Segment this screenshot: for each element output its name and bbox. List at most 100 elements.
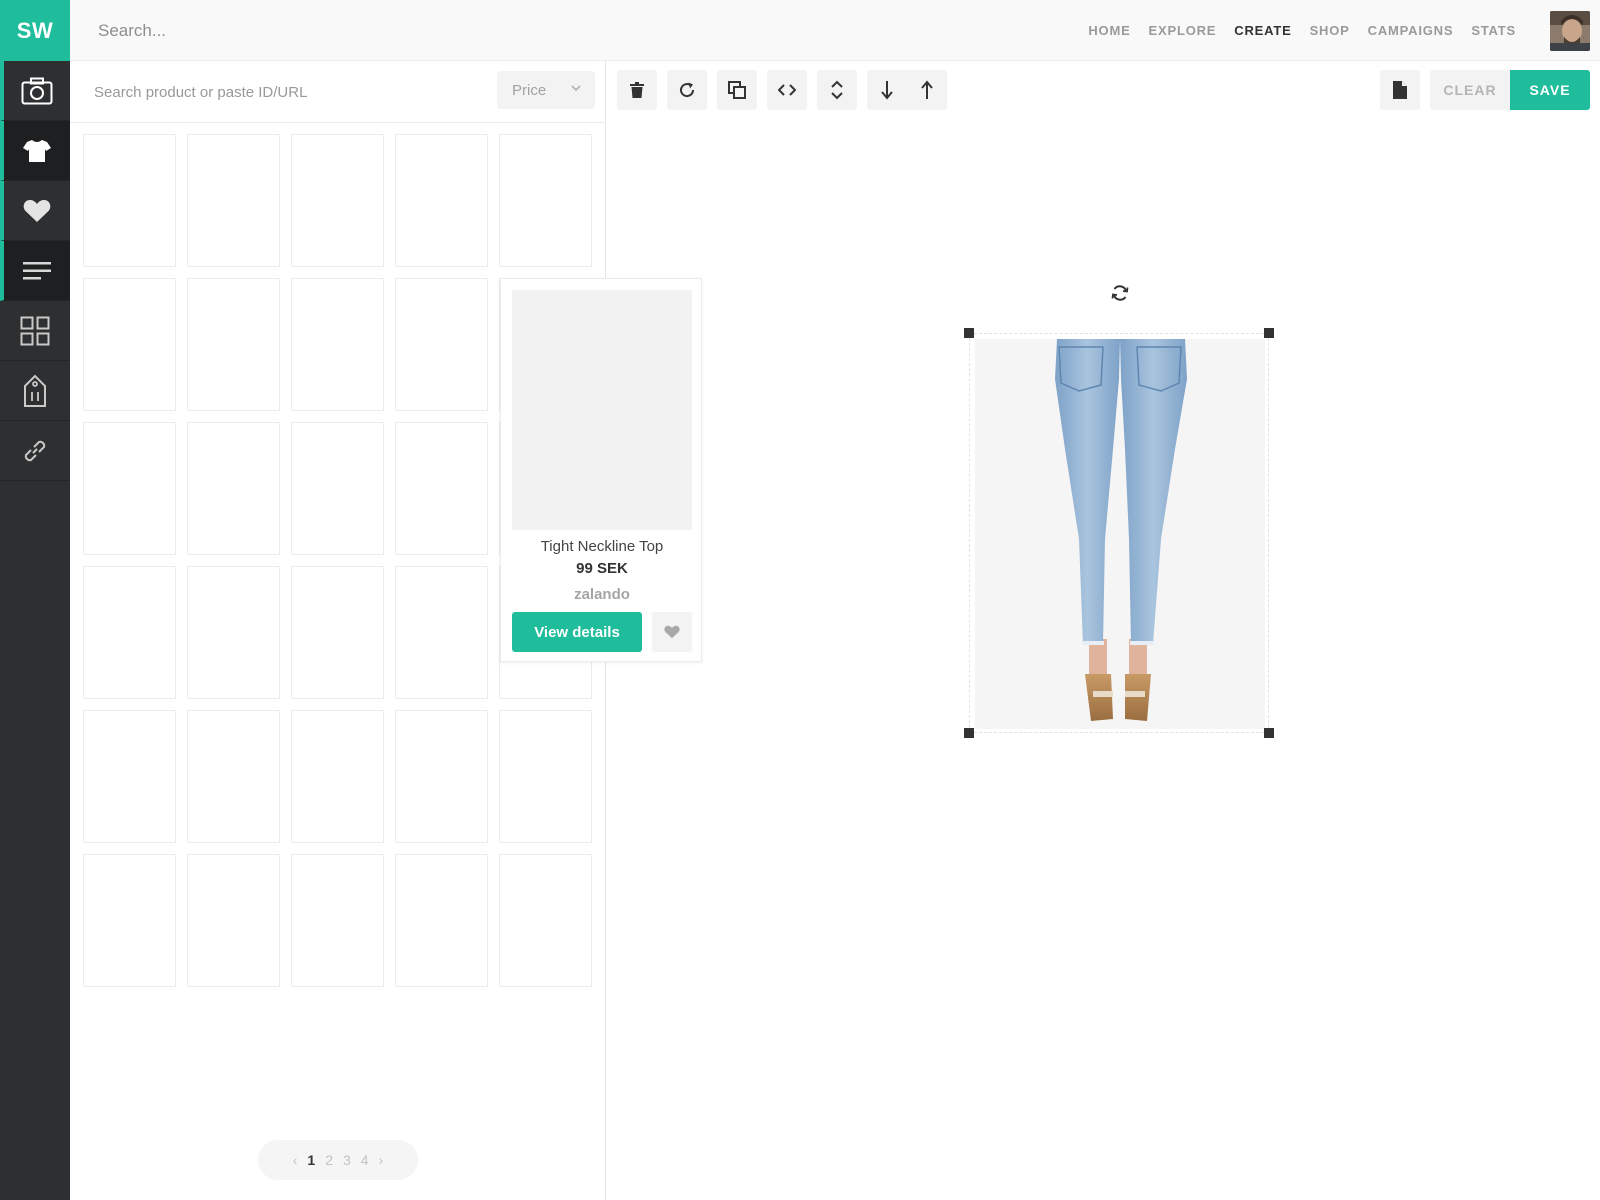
bring-forward-button[interactable] [907, 70, 947, 110]
product-tile[interactable] [291, 566, 384, 699]
product-tile[interactable] [83, 710, 176, 843]
pagination-prev[interactable]: ‹ [293, 1152, 298, 1168]
pagination-page-4[interactable]: 4 [361, 1152, 369, 1168]
product-tile[interactable] [395, 422, 488, 555]
heart-icon [23, 199, 51, 222]
send-backward-button[interactable] [867, 70, 907, 110]
product-brand: zalando [574, 586, 630, 603]
product-tile[interactable] [395, 134, 488, 267]
tshirt-icon [23, 139, 51, 162]
rail-item-templates[interactable] [0, 301, 70, 361]
product-tile[interactable] [395, 278, 488, 411]
flip-vertical-icon [831, 80, 843, 100]
document-icon [1393, 81, 1407, 99]
pagination-next[interactable]: › [379, 1152, 384, 1168]
product-hover-card[interactable]: Tight Neckline Top 99 SEK zalando View d… [500, 278, 702, 662]
duplicate-button[interactable] [717, 70, 757, 110]
product-tile[interactable] [499, 134, 592, 267]
pagination-page-2[interactable]: 2 [325, 1152, 333, 1168]
price-tag-icon [24, 374, 46, 407]
resize-handle-top-right[interactable] [1264, 328, 1274, 338]
nav-explore[interactable]: EXPLORE [1149, 23, 1217, 38]
product-tile[interactable] [395, 710, 488, 843]
rotate-button[interactable] [667, 70, 707, 110]
refresh-icon [1111, 285, 1129, 301]
side-rail: SW [0, 0, 70, 1200]
product-tile[interactable] [291, 278, 384, 411]
trash-icon [630, 82, 644, 98]
rotate-handle[interactable] [1110, 283, 1130, 308]
heart-icon [664, 625, 680, 639]
product-search-input[interactable] [94, 61, 474, 123]
product-tile[interactable] [187, 422, 280, 555]
product-tile[interactable] [395, 566, 488, 699]
product-search-bar: Price [70, 61, 606, 123]
price-filter-label: Price [512, 81, 547, 99]
nav-create[interactable]: CREATE [1234, 23, 1291, 38]
copy-icon [728, 81, 746, 99]
arrow-up-icon [921, 80, 933, 99]
product-tile[interactable] [83, 278, 176, 411]
product-tile[interactable] [187, 278, 280, 411]
product-tile[interactable] [499, 854, 592, 987]
pagination-page-1[interactable]: 1 [307, 1152, 315, 1168]
camera-icon [21, 77, 53, 104]
grid-icon [20, 316, 50, 345]
product-tile[interactable] [83, 854, 176, 987]
product-tile[interactable] [291, 710, 384, 843]
view-details-button[interactable]: View details [512, 612, 642, 652]
resize-handle-bottom-left[interactable] [964, 728, 974, 738]
price-filter-dropdown[interactable]: Price [497, 71, 595, 109]
text-lines-icon [23, 261, 51, 279]
rotate-icon [680, 82, 695, 98]
product-tile[interactable] [187, 854, 280, 987]
rail-item-favorites[interactable] [0, 181, 70, 241]
product-tile[interactable] [187, 710, 280, 843]
main-nav: HOME EXPLORE CREATE SHOP CAMPAIGNS STATS [1070, 0, 1516, 61]
chevron-down-icon [571, 85, 581, 92]
nav-campaigns[interactable]: CAMPAIGNS [1368, 23, 1454, 38]
rail-item-text[interactable] [0, 241, 70, 301]
top-header: HOME EXPLORE CREATE SHOP CAMPAIGNS STATS [70, 0, 1600, 61]
jeans-product-image [975, 339, 1265, 729]
delete-button[interactable] [617, 70, 657, 110]
product-tile[interactable] [83, 422, 176, 555]
user-avatar[interactable] [1550, 11, 1590, 51]
pagination-page-3[interactable]: 3 [343, 1152, 351, 1168]
product-tile[interactable] [83, 134, 176, 267]
flip-vertical-button[interactable] [817, 70, 857, 110]
logo[interactable]: SW [0, 0, 70, 61]
document-button[interactable] [1380, 70, 1420, 110]
product-tile[interactable] [291, 134, 384, 267]
product-image-placeholder [512, 290, 692, 530]
product-name: Tight Neckline Top [540, 538, 664, 555]
save-button[interactable]: SAVE [1510, 70, 1590, 110]
favorite-button[interactable] [652, 612, 692, 652]
product-tile[interactable] [187, 134, 280, 267]
pagination: ‹ 1 2 3 4 › [258, 1140, 418, 1180]
product-tile[interactable] [291, 854, 384, 987]
rail-item-tags[interactable] [0, 361, 70, 421]
avatar-image [1550, 11, 1590, 51]
nav-shop[interactable]: SHOP [1310, 23, 1350, 38]
product-tile[interactable] [83, 566, 176, 699]
product-tile[interactable] [395, 854, 488, 987]
clear-button[interactable]: CLEAR [1430, 70, 1510, 110]
product-tile[interactable] [499, 710, 592, 843]
rail-item-products[interactable] [0, 121, 70, 181]
product-price: 99 SEK [576, 560, 628, 577]
product-tile[interactable] [187, 566, 280, 699]
rail-item-links[interactable] [0, 421, 70, 481]
flip-horizontal-button[interactable] [767, 70, 807, 110]
nav-home[interactable]: HOME [1088, 23, 1130, 38]
flip-horizontal-icon [778, 84, 796, 96]
resize-handle-top-left[interactable] [964, 328, 974, 338]
arrow-down-icon [881, 81, 893, 100]
rail-item-photo[interactable] [0, 61, 70, 121]
product-tile[interactable] [291, 422, 384, 555]
link-icon [24, 440, 46, 461]
selected-canvas-item[interactable] [964, 328, 1274, 738]
nav-stats[interactable]: STATS [1471, 23, 1516, 38]
global-search-input[interactable] [98, 0, 598, 61]
resize-handle-bottom-right[interactable] [1264, 728, 1274, 738]
